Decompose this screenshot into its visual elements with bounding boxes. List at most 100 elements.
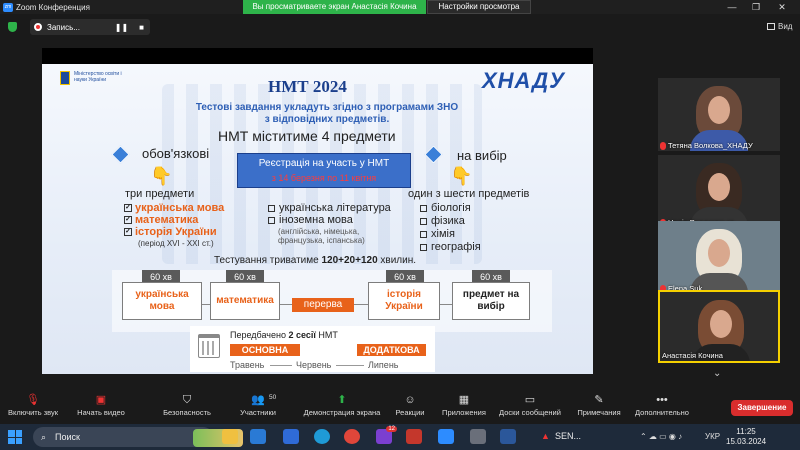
ministry-logo: Міністерство освіти і науки України (60, 70, 130, 92)
optional-subjects-list-1: українська література іноземна мова (268, 202, 391, 226)
schedule-subject: предмет на вибір (452, 282, 530, 320)
start-video-button[interactable]: ▣ Начать видео (74, 394, 128, 417)
ministry-text: Міністерство освіти і науки України (74, 71, 122, 83)
diamond-bullet-icon (111, 145, 130, 164)
meeting-toolbar: 🎙 Включить звук ▣ Начать видео ⛉ Безопаснос… (0, 390, 800, 424)
edge-browser-icon[interactable] (314, 429, 330, 444)
registration-box: Реєстрація на участь у НМТ з 14 березня … (237, 153, 411, 188)
security-app-icon[interactable] (283, 429, 299, 444)
checkbox-checked-icon: ✓ (124, 204, 132, 212)
checkbox-empty-icon (420, 231, 427, 238)
checkbox-empty-icon (268, 216, 275, 224)
participant-tile-active-speaker[interactable]: Анастасія Кочина (658, 290, 780, 363)
unmute-button[interactable]: 🎙 Включить звук (4, 394, 62, 417)
system-tray-icons[interactable]: ⌃ ☁ ▭ ◉ ♪ (640, 432, 682, 441)
three-subjects-label: три предмети (125, 188, 195, 200)
participant-tile[interactable]: Надія Разумовська (658, 155, 780, 228)
checkbox-checked-icon: ✓ (124, 216, 132, 224)
presentation-slide: Міністерство освіти і науки України НМТ … (42, 64, 593, 374)
duration-text: Тестування триватиме 120+20+120 хвилин. (214, 255, 417, 266)
video-off-icon: ▣ (95, 394, 107, 406)
recording-label: Запись... (47, 22, 80, 32)
mail-icon[interactable] (250, 429, 266, 444)
list-item: ✓ українська мова (124, 202, 225, 214)
participants-button[interactable]: 👥 50 Участники (236, 394, 280, 417)
registration-title: Реєстрація на участь у НМТ (258, 158, 390, 169)
schedule-subject: українська мова (122, 282, 202, 320)
stop-recording-button[interactable]: ■ (139, 23, 144, 32)
list-item: українська література (268, 202, 391, 214)
share-screen-icon: ⬆ (337, 394, 347, 406)
chrome-browser-icon[interactable] (344, 429, 360, 444)
pause-recording-button[interactable]: ❚❚ (115, 23, 128, 32)
choice-label: на вибір (457, 148, 507, 163)
connector-line (202, 304, 210, 305)
gallery-scroll-down-icon[interactable]: ⌄ (713, 368, 721, 379)
required-label: обов'язкові (142, 146, 210, 161)
taskbar-clock[interactable]: 11:25 15.03.2024 (726, 427, 766, 447)
schedule-subject: історія України (368, 282, 440, 320)
slide-title: НМТ 2024 (268, 77, 347, 96)
registration-dates: з 14 березня по 11 квітня (271, 173, 377, 183)
restore-button[interactable]: ❐ (744, 0, 768, 14)
reactions-button[interactable]: ☺ Реакции (392, 394, 428, 417)
record-dot-icon (34, 23, 42, 31)
view-settings-button[interactable]: Настройки просмотра (427, 0, 531, 14)
list-item: ✓ математика (124, 214, 199, 226)
checkbox-empty-icon (420, 218, 427, 225)
checkbox-empty-icon (420, 244, 427, 251)
connector-line (354, 304, 368, 305)
required-subjects-list: ✓ українська мова ✓ математика ✓ історія Ук… (124, 202, 224, 238)
participants-count: 50 (269, 394, 277, 401)
pointing-hand-icon: 👇 (450, 166, 473, 186)
participant-tile[interactable]: Elena Suk (658, 221, 780, 294)
checkbox-empty-icon (268, 204, 275, 212)
taskbar-search[interactable]: ⌕ Поиск (33, 427, 243, 447)
session-main-badge: ОСНОВНА (230, 344, 300, 356)
pause-badge: перерва (292, 298, 354, 312)
windows-start-icon[interactable] (8, 430, 22, 444)
powerpoint-icon[interactable] (406, 429, 422, 444)
close-button[interactable]: ✕ (770, 0, 794, 14)
people-icon: 👥 50 (251, 394, 277, 406)
zoom-app-icon[interactable] (438, 429, 454, 444)
view-label: Вид (778, 22, 793, 31)
more-button[interactable]: ••• Дополнительно (630, 394, 694, 417)
list-item: фізика (420, 215, 481, 228)
schedule-row: 60 хв українська мова 60 хв математика п… (112, 270, 552, 332)
stock-widget[interactable]: SEN... (555, 431, 581, 441)
session-extra-badge: ДОДАТКОВА (357, 344, 426, 356)
whiteboards-button[interactable]: ▭ Доски сообщений (495, 394, 565, 417)
slide-subtitle: Тестові завдання укладуть згідно з прогр… (195, 102, 459, 125)
participant-tile[interactable]: Тетяна Волкова_ХНАДУ (658, 78, 780, 151)
mic-off-icon: 🎙 (26, 394, 40, 406)
recording-indicator: Запись... ❚❚ ■ (30, 19, 150, 35)
shared-screen: Міністерство освіти і науки України НМТ … (42, 48, 593, 374)
month-label: Червень (296, 360, 332, 370)
checkbox-checked-icon: ✓ (124, 228, 132, 236)
language-indicator[interactable]: УКР (705, 432, 720, 441)
word-icon[interactable] (500, 429, 516, 444)
participant-name: Тетяна Волкова_ХНАДУ (660, 141, 753, 150)
share-screen-button[interactable]: ⬆ Демонстрация экрана (300, 394, 384, 417)
viber-icon[interactable]: 12 (376, 426, 397, 444)
search-icon: ⌕ (41, 432, 47, 442)
minimize-button[interactable]: — (720, 0, 744, 14)
whiteboard-icon: ▭ (524, 394, 536, 406)
participant-name: Анастасія Кочина (662, 351, 723, 360)
timeline-line (270, 365, 292, 366)
end-meeting-button[interactable]: Завершение (731, 400, 793, 416)
list-item: біологія (420, 202, 481, 215)
list-item: хімія (420, 228, 481, 241)
university-logo: ХНАДУ (482, 68, 566, 93)
view-button[interactable]: Вид (767, 22, 792, 31)
checkbox-empty-icon (420, 205, 427, 212)
notes-button[interactable]: ✎ Примечания (574, 394, 624, 417)
more-dots-icon: ••• (656, 394, 668, 406)
connector-line (440, 304, 452, 305)
file-explorer-icon[interactable] (222, 429, 238, 444)
security-button[interactable]: ⛉ Безопасность (160, 394, 214, 417)
apps-button[interactable]: ▦ Приложения (438, 394, 490, 417)
recorder-app-icon[interactable] (470, 429, 486, 444)
clock-date: 15.03.2024 (726, 437, 767, 446)
